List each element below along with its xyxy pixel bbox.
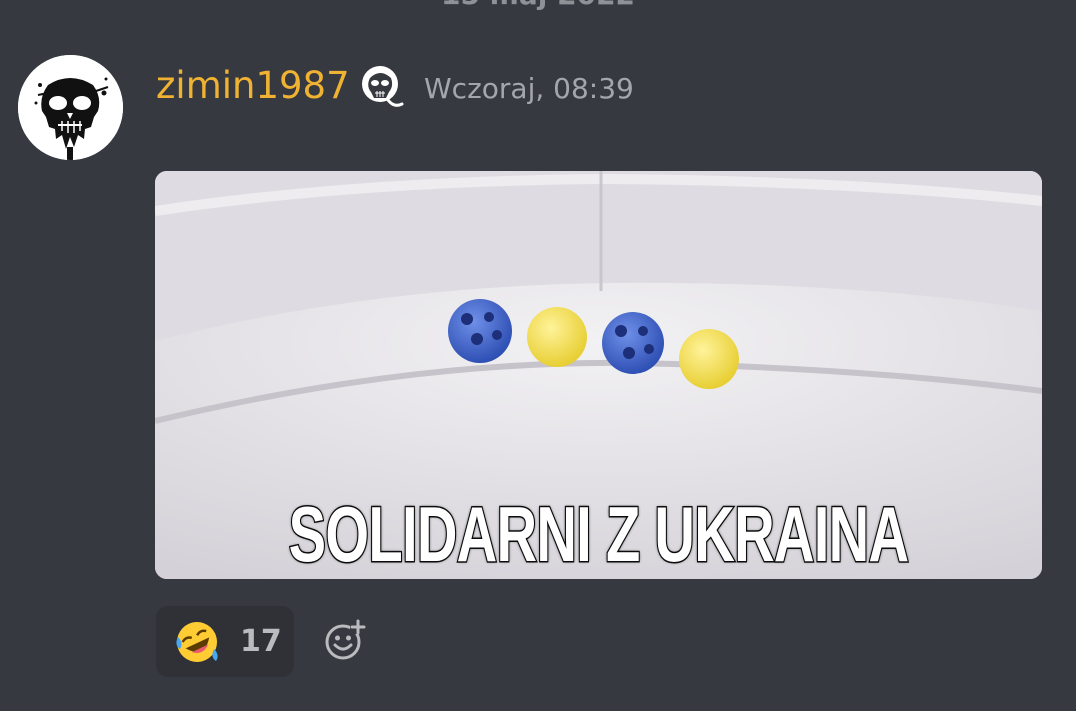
reaction-button[interactable]: 17	[156, 606, 294, 677]
skull-icon	[18, 55, 123, 160]
message-timestamp: Wczoraj, 08:39	[424, 72, 634, 105]
avatar[interactable]	[18, 55, 123, 160]
rolling-on-floor-laughing-icon	[176, 621, 218, 662]
date-divider: 15 maj 2022	[0, 0, 1076, 11]
chat-view: 15 maj 2022 zimin1987	[0, 0, 1076, 711]
punisher-badge-icon[interactable]	[358, 62, 404, 112]
meme-caption: SOLIDARNI Z UKRAINA	[288, 489, 911, 580]
username[interactable]: zimin1987	[156, 64, 350, 108]
image-attachment[interactable]: SOLIDARNI Z UKRAINA	[155, 171, 1042, 579]
reaction-count: 17	[240, 624, 282, 659]
add-reaction-icon[interactable]	[322, 616, 370, 664]
